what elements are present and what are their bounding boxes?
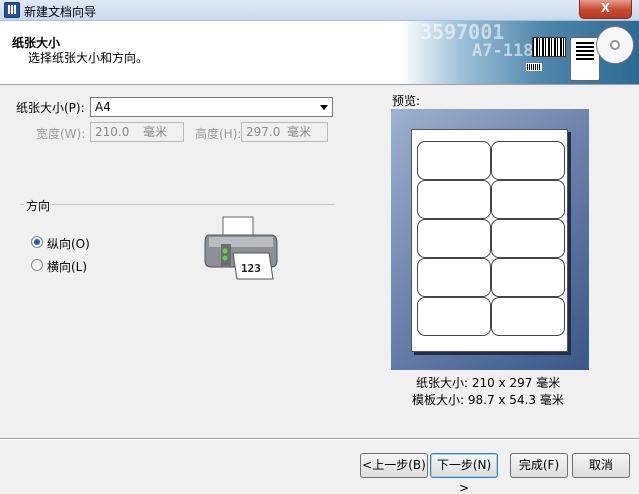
qr-code-icon bbox=[576, 42, 594, 60]
printer-sample-text: 123 bbox=[241, 262, 261, 275]
paper-size-select[interactable]: A4 bbox=[90, 97, 333, 117]
footer-separator bbox=[0, 438, 639, 440]
width-label: 宽度(W): bbox=[36, 127, 86, 141]
paper-size-value: A4 bbox=[95, 100, 111, 114]
next-button[interactable]: 下一步(N) > bbox=[430, 453, 498, 494]
width-field: 210.0 毫米 bbox=[90, 122, 184, 142]
preview-label-cell bbox=[417, 141, 491, 180]
preview-title: 预览: bbox=[392, 94, 421, 108]
landscape-label[interactable]: 横向(L) bbox=[47, 258, 87, 275]
finish-button[interactable]: 完成(F) bbox=[510, 453, 568, 478]
printer-icon: 123 bbox=[204, 216, 278, 280]
orientation-group-divider bbox=[20, 204, 335, 205]
orientation-group-title: 方向 bbox=[24, 197, 53, 214]
preview-panel bbox=[391, 109, 589, 370]
portrait-radio[interactable] bbox=[31, 236, 43, 248]
landscape-radio[interactable] bbox=[31, 259, 43, 271]
width-unit: 毫米 bbox=[142, 125, 167, 139]
height-unit: 毫米 bbox=[286, 125, 311, 139]
cancel-button[interactable]: 取消 bbox=[572, 453, 630, 478]
preview-sheet bbox=[411, 129, 568, 352]
close-button[interactable]: X bbox=[579, 0, 632, 19]
paper-size-label: 纸张大小(P): bbox=[16, 101, 85, 115]
preview-label-cell bbox=[491, 141, 565, 180]
header-banner-image: 3597001 A7-118 bbox=[400, 21, 639, 84]
wizard-header: 纸张大小 选择纸张大小和方向。 3597001 A7-118 bbox=[0, 21, 639, 85]
cd-disc-icon bbox=[596, 26, 634, 64]
title-bar: 新建文档向导 X bbox=[0, 0, 639, 21]
height-value: 297.0 bbox=[246, 125, 281, 139]
width-value: 210.0 bbox=[95, 125, 130, 139]
portrait-label[interactable]: 纵向(O) bbox=[47, 235, 90, 252]
preview-label-cell bbox=[491, 219, 565, 258]
paper-size-info: 纸张大小: 210 x 297 毫米 bbox=[416, 376, 561, 390]
preview-label-cell bbox=[417, 180, 491, 219]
chevron-down-icon[interactable] bbox=[320, 105, 328, 110]
page-subtitle: 选择纸张大小和方向。 bbox=[28, 51, 149, 65]
app-icon bbox=[4, 2, 20, 18]
preview-label-cell bbox=[491, 180, 565, 219]
preview-label-cell bbox=[417, 297, 491, 336]
template-size-info: 模板大小: 98.7 x 54.3 毫米 bbox=[412, 393, 564, 407]
small-barcode-icon bbox=[526, 63, 542, 71]
preview-label-cell bbox=[417, 258, 491, 297]
window-title: 新建文档向导 bbox=[24, 5, 97, 19]
height-field: 297.0 毫米 bbox=[241, 122, 328, 142]
preview-label-cell bbox=[491, 258, 565, 297]
height-label: 高度(H): bbox=[195, 127, 242, 141]
preview-label-cell bbox=[491, 297, 565, 336]
back-button[interactable]: <上一步(B) bbox=[360, 453, 428, 478]
banner-number-2: A7-118 bbox=[472, 41, 534, 61]
preview-label-cell bbox=[417, 219, 491, 258]
barcode-icon bbox=[532, 37, 566, 57]
